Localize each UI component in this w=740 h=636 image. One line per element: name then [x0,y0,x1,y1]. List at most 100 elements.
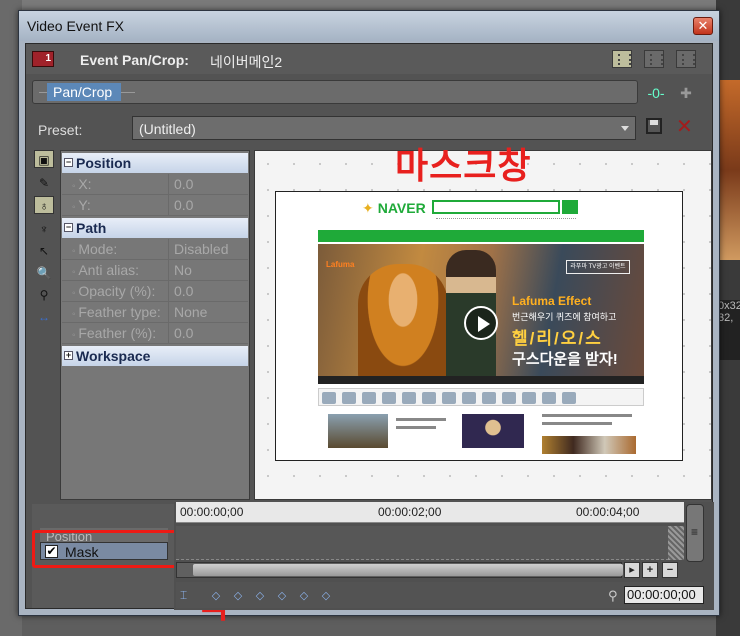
title-bar[interactable]: Video Event FX ✕ [19,11,719,41]
section-workspace[interactable]: + Workspace [62,346,248,366]
prop-label: Anti alias: [72,260,139,283]
ruler-label: 00:00:04;00 [576,505,640,519]
prop-value[interactable]: No [174,260,192,281]
keyframe-toolbar: ⌶ ◇ ◇ ◇ ◇ ◇ ◇ ⚲ 00:00:00;00 [176,582,704,608]
naver-links [436,218,576,222]
naver-nav-bar [318,230,644,242]
normal-edit-tool-icon[interactable]: ▣ [34,150,54,168]
prop-value[interactable]: 0.0 [174,174,193,195]
time-ruler[interactable]: 00:00:00;00 00:00:02;00 00:00:04;00 [176,502,684,522]
current-time-display[interactable]: 00:00:00;00 [624,586,704,604]
zoom-tool-icon[interactable]: 🔍 [34,264,54,282]
zoom-in-icon[interactable]: + [642,562,658,578]
scrollbar-thumb[interactable] [193,564,623,576]
expand-icon[interactable]: + [64,351,73,360]
preview-canvas[interactable]: NAVER Lafuma Lafuma Effect 번근해우기 퀴즈에 참여하… [254,146,712,500]
video-event-fx-window: Video Event FX ✕ 1 Event Pan/Crop: 네이버메인… [18,10,720,626]
layout-view-1-icon[interactable] [612,50,632,68]
preset-dropdown[interactable]: (Untitled) [132,116,636,140]
next-keyframe-icon[interactable]: ◇ [254,590,266,602]
event-label: Event Pan/Crop: [80,52,189,68]
naver-search-box [432,200,560,214]
event-name: 네이버메인2 [210,54,283,70]
first-keyframe-icon[interactable]: ◇ [210,590,222,602]
delete-keyframe-icon[interactable]: ◇ [320,590,332,602]
keyframe-track[interactable] [176,526,684,560]
prop-row-opacity[interactable]: Opacity (%): 0.0 [62,281,248,302]
prop-row-mode[interactable]: Mode: Disabled [62,239,248,260]
banner-tv-button: 라푸마 TV광고 이벤트 [566,260,630,274]
split-tangent-tool-icon[interactable]: ↖ [34,242,54,260]
layout-view-3-icon[interactable] [676,50,696,68]
banner-tagline: 번근해우기 퀴즈에 참여하고 [512,312,617,322]
prop-label: Feather type: [72,302,161,325]
chain-add-icon[interactable]: -0- [646,84,666,102]
properties-panel: − Position X: 0.0 Y: 0.0 − Path Mode: Di… [60,150,250,500]
banner-headline-2: 구스다운을 받자! [512,351,618,368]
anchor-creation-tool-icon[interactable]: ✎ [34,174,54,192]
track-list: Position ✔ Mask 클릭 [32,504,229,626]
video-frame[interactable]: NAVER Lafuma Lafuma Effect 번근해우기 퀴즈에 참여하… [275,191,683,461]
background-text-1: 0x32 [718,300,740,312]
preset-value: (Untitled) [139,121,196,137]
prop-value[interactable]: None [174,302,207,323]
prop-row-x[interactable]: X: 0.0 [62,174,248,195]
fx-badge[interactable]: 1 [32,51,54,67]
collapse-icon[interactable]: − [64,158,73,167]
save-preset-icon[interactable] [646,118,662,134]
news-text-line [542,422,612,425]
section-position[interactable]: − Position [62,153,248,173]
prop-label: Opacity (%): [72,281,155,304]
prop-label: Mode: [72,239,117,262]
prop-value[interactable]: 0.0 [174,323,193,344]
lock-aspect-tool-icon[interactable]: ⚲ [34,286,54,304]
add-keyframe-icon[interactable]: ◇ [298,590,310,602]
animate-icon[interactable]: ⌶ [180,588,196,604]
scroll-right-icon[interactable]: ▸ [624,562,640,578]
prop-row-feather-type[interactable]: Feather type: None [62,302,248,323]
prop-value[interactable]: 0.0 [174,195,193,216]
zoom-out-icon[interactable]: − [662,562,678,578]
banner-model-1 [358,264,448,384]
collapse-icon[interactable]: − [64,223,73,232]
close-button[interactable]: ✕ [693,17,713,35]
layout-view-2-icon[interactable] [644,50,664,68]
prop-value[interactable]: Disabled [174,239,228,260]
scale-about-center-tool-icon[interactable]: ↔ [34,308,54,326]
prop-value[interactable]: 0.0 [174,281,193,302]
prev-keyframe-icon[interactable]: ◇ [232,590,244,602]
event-header: 1 Event Pan/Crop: 네이버메인2 [26,44,712,74]
news-thumbnail-1 [328,414,388,448]
fx-chain-item-pan-crop[interactable]: Pan/Crop [47,83,121,101]
section-path[interactable]: − Path [62,218,248,238]
window-client: 1 Event Pan/Crop: 네이버메인2 Pan/Crop -0- ✚ … [25,43,714,626]
naver-logo: NAVER [362,200,426,217]
horizontal-scrollbar[interactable] [176,562,623,578]
background-text-2: 32, [718,312,734,324]
chain-plugin-icon[interactable]: ✚ [676,84,696,102]
delete-preset-icon[interactable]: ✕ [676,114,693,139]
news-text-line [542,414,632,417]
vertical-scrollbar[interactable] [686,504,704,562]
shopping-thumbnail [542,436,636,454]
anchor-add-tool-icon[interactable]: ♁ [34,196,54,214]
naver-search-button [562,200,578,214]
preset-label: Preset: [38,122,83,138]
ruler-label: 00:00:02;00 [378,505,442,519]
section-workspace-label: Workspace [76,348,151,364]
sync-cursor-icon[interactable]: ⚲ [608,588,618,604]
tool-palette: ▣ ✎ ♁ ♆ ↖ 🔍 ⚲ ↔ [32,150,56,420]
banner-brand: Lafuma Effect [512,294,592,308]
prop-row-feather[interactable]: Feather (%): 0.0 [62,323,248,344]
track-end-hatch [668,526,684,560]
background-thumbnail [718,80,740,260]
last-keyframe-icon[interactable]: ◇ [276,590,288,602]
prop-row-anti-alias[interactable]: Anti alias: No [62,260,248,281]
prop-row-y[interactable]: Y: 0.0 [62,195,248,216]
window-title: Video Event FX [27,18,125,34]
section-position-label: Position [76,155,132,171]
news-thumbnail-2 [462,414,524,448]
anchor-delete-tool-icon[interactable]: ♆ [34,220,54,238]
chevron-down-icon [621,126,629,131]
play-icon [464,306,498,340]
